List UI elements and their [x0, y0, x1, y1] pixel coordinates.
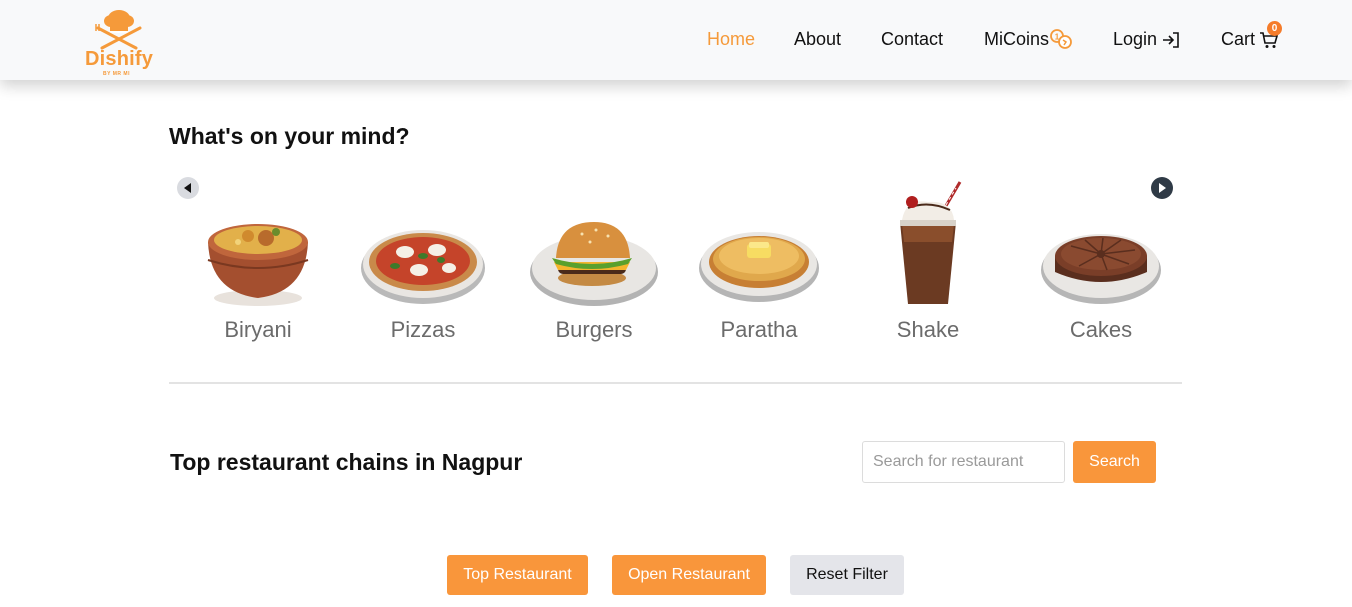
category-label: Paratha	[720, 317, 798, 342]
cake-icon	[1041, 234, 1161, 304]
brand-tagline: BY MR MI	[103, 71, 130, 77]
nav-login[interactable]: Login	[1113, 29, 1157, 50]
category-shake[interactable]: Shake	[858, 180, 998, 350]
category-paratha[interactable]: Paratha	[689, 180, 829, 350]
top-restaurant-filter-button[interactable]: Top Restaurant	[447, 555, 588, 595]
coins-icon: 1	[1050, 29, 1072, 49]
section-divider	[169, 382, 1182, 384]
nav-home[interactable]: Home	[707, 29, 755, 50]
category-label: Cakes	[1069, 317, 1133, 342]
search-button[interactable]: Search	[1073, 441, 1156, 483]
brand-name[interactable]: Dishify	[85, 48, 153, 71]
top-restaurants-heading: Top restaurant chains in Nagpur	[170, 449, 523, 475]
restaurant-search-input[interactable]	[862, 441, 1065, 483]
category-label: Burgers	[555, 317, 633, 342]
category-biryani[interactable]: Biryani	[188, 180, 328, 350]
open-restaurant-filter-button[interactable]: Open Restaurant	[612, 555, 766, 595]
login-icon	[1163, 32, 1179, 48]
category-label: Biryani	[224, 317, 292, 342]
category-label: Pizzas	[390, 317, 456, 342]
shake-icon	[900, 181, 962, 304]
nav-micoins[interactable]: MiCoins	[984, 29, 1049, 50]
category-label: Shake	[896, 317, 960, 342]
navbar: Dishify BY MR MI Home About Contact MiCo…	[0, 0, 1352, 80]
category-cakes[interactable]: Cakes	[1031, 180, 1171, 350]
category-burgers[interactable]: Burgers	[524, 180, 664, 350]
biryani-icon	[207, 224, 309, 306]
nav-about[interactable]: About	[794, 29, 841, 50]
burger-icon	[530, 222, 658, 306]
reset-filter-button[interactable]: Reset Filter	[790, 555, 904, 595]
pizza-icon	[361, 230, 485, 304]
whats-on-your-mind-heading: What's on your mind?	[169, 123, 410, 149]
nav-contact[interactable]: Contact	[881, 29, 943, 50]
nav-cart[interactable]: Cart	[1221, 29, 1255, 50]
cart-count-badge: 0	[1267, 21, 1282, 36]
paratha-icon	[699, 232, 819, 302]
category-pizzas[interactable]: Pizzas	[353, 180, 493, 350]
